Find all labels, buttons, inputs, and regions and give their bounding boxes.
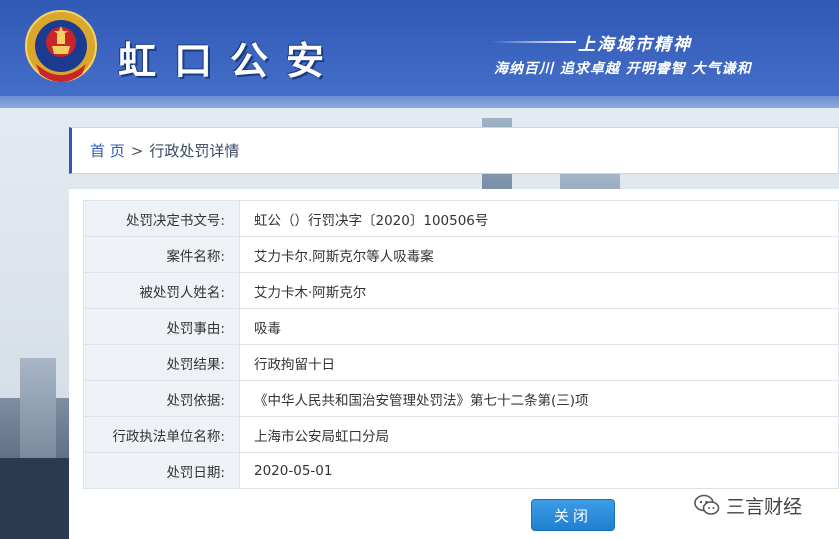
header-stripe bbox=[0, 96, 839, 108]
table-row: 案件名称: 艾力卡尔.阿斯克尔等人吸毒案 bbox=[83, 236, 839, 273]
table-row: 处罚结果: 行政拘留十日 bbox=[83, 344, 839, 381]
slogan-divider bbox=[490, 41, 576, 43]
row-value: 上海市公安局虹口分局 bbox=[239, 416, 839, 453]
row-value: 行政拘留十日 bbox=[239, 344, 839, 381]
breadcrumb-current: 行政处罚详情 bbox=[149, 142, 240, 160]
wechat-icon bbox=[694, 494, 720, 515]
row-label: 被处罚人姓名: bbox=[83, 272, 240, 309]
row-value: 吸毒 bbox=[239, 308, 839, 345]
row-label: 处罚依据: bbox=[83, 380, 240, 417]
table-row: 行政执法单位名称: 上海市公安局虹口分局 bbox=[83, 416, 839, 453]
row-value: 艾力卡木·阿斯克尔 bbox=[239, 272, 839, 309]
breadcrumb-home-link[interactable]: 首 页 bbox=[90, 140, 125, 161]
row-value: 虹公（）行罚决字〔2020〕100506号 bbox=[239, 200, 839, 237]
table-row: 处罚日期: 2020-05-01 bbox=[83, 452, 839, 489]
watermark: 三言财经 bbox=[694, 490, 802, 520]
watermark-text: 三言财经 bbox=[726, 495, 803, 518]
table-row: 处罚依据: 《中华人民共和国治安管理处罚法》第七十二条第(三)项 bbox=[83, 380, 839, 417]
row-label: 处罚日期: bbox=[83, 452, 240, 489]
table-row: 被处罚人姓名: 艾力卡木·阿斯克尔 bbox=[83, 272, 839, 309]
penalty-details-table: 处罚决定书文号: 虹公（）行罚决字〔2020〕100506号 案件名称: 艾力卡… bbox=[83, 200, 839, 489]
close-button[interactable]: 关闭 bbox=[531, 499, 615, 531]
site-title: 虹口公安 bbox=[118, 39, 343, 83]
row-label: 处罚结果: bbox=[83, 344, 240, 381]
slogan-line-1: 上海城市精神 bbox=[578, 35, 692, 55]
row-label: 案件名称: bbox=[83, 236, 240, 273]
police-emblem-icon bbox=[25, 10, 97, 82]
background-tower bbox=[0, 458, 70, 539]
site-header: 虹口公安 上海城市精神 海纳百川 追求卓越 开明睿智 大气谦和 bbox=[0, 0, 839, 108]
table-row: 处罚事由: 吸毒 bbox=[83, 308, 839, 345]
row-value: 2020-05-01 bbox=[239, 452, 839, 489]
slogan-line-2: 海纳百川 追求卓越 开明睿智 大气谦和 bbox=[494, 61, 752, 77]
row-value: 艾力卡尔.阿斯克尔等人吸毒案 bbox=[239, 236, 839, 273]
breadcrumb: 首 页 > 行政处罚详情 bbox=[69, 127, 839, 174]
table-row: 处罚决定书文号: 虹公（）行罚决字〔2020〕100506号 bbox=[83, 200, 839, 237]
breadcrumb-separator: > bbox=[130, 141, 144, 160]
row-label: 行政执法单位名称: bbox=[83, 416, 240, 453]
row-label: 处罚事由: bbox=[83, 308, 240, 345]
detail-panel: 处罚决定书文号: 虹公（）行罚决字〔2020〕100506号 案件名称: 艾力卡… bbox=[69, 189, 839, 539]
row-label: 处罚决定书文号: bbox=[83, 200, 240, 237]
row-value: 《中华人民共和国治安管理处罚法》第七十二条第(三)项 bbox=[239, 380, 839, 417]
